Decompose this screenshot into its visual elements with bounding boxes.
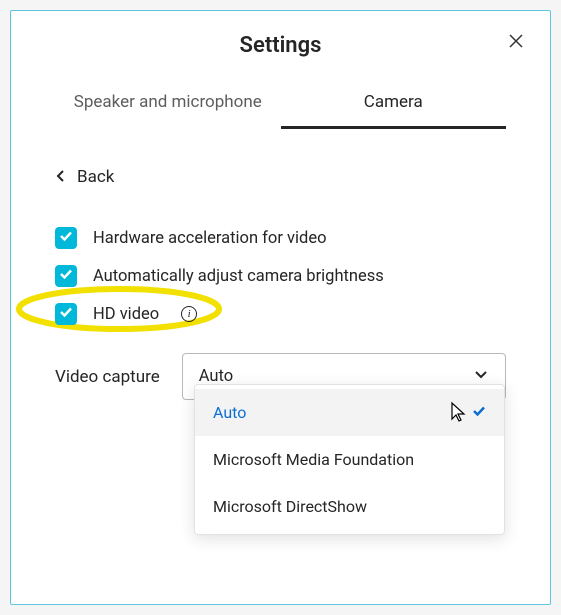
chevron-left-icon [55, 167, 67, 187]
checkbox-hardware-acceleration[interactable] [55, 227, 77, 249]
dropdown-item-directshow[interactable]: Microsoft DirectShow [195, 483, 504, 530]
dropdown-item-media-foundation[interactable]: Microsoft Media Foundation [195, 436, 504, 483]
tabs: Speaker and microphone Camera [11, 84, 550, 129]
tab-camera[interactable]: Camera [281, 84, 507, 129]
option-label: Automatically adjust camera brightness [93, 267, 384, 286]
checkmark-icon [59, 229, 73, 248]
info-icon[interactable] [181, 306, 197, 322]
video-capture-label: Video capture [55, 367, 160, 387]
checkmark-icon [59, 267, 73, 286]
option-hardware-acceleration: Hardware acceleration for video [47, 219, 514, 257]
video-capture-dropdown: Auto Microsoft Media Foundation Microsof… [194, 384, 505, 535]
close-button[interactable] [504, 29, 528, 56]
option-hd-video: HD video [47, 295, 514, 333]
close-icon [508, 37, 524, 52]
tab-speaker-microphone[interactable]: Speaker and microphone [55, 84, 281, 129]
checkmark-icon [59, 305, 73, 324]
dropdown-item-label: Microsoft DirectShow [213, 497, 367, 516]
camera-options: Hardware acceleration for video Automati… [11, 209, 550, 400]
tab-label: Camera [364, 92, 423, 112]
checkbox-auto-brightness[interactable] [55, 265, 77, 287]
option-label: Hardware acceleration for video [93, 229, 326, 248]
dropdown-item-label: Auto [213, 403, 246, 422]
dropdown-item-auto[interactable]: Auto [195, 389, 504, 436]
checkbox-hd-video[interactable] [55, 303, 77, 325]
page-title: Settings [11, 11, 550, 84]
back-link[interactable]: Back [11, 129, 550, 209]
tab-label: Speaker and microphone [74, 92, 262, 112]
back-label: Back [77, 167, 114, 187]
settings-dialog: Settings Speaker and microphone Camera B… [10, 10, 551, 605]
dropdown-item-label: Microsoft Media Foundation [213, 450, 414, 469]
checkmark-icon [472, 403, 486, 422]
option-label: HD video [93, 305, 159, 324]
option-auto-brightness: Automatically adjust camera brightness [47, 257, 514, 295]
cursor-arrow-icon [450, 401, 468, 427]
